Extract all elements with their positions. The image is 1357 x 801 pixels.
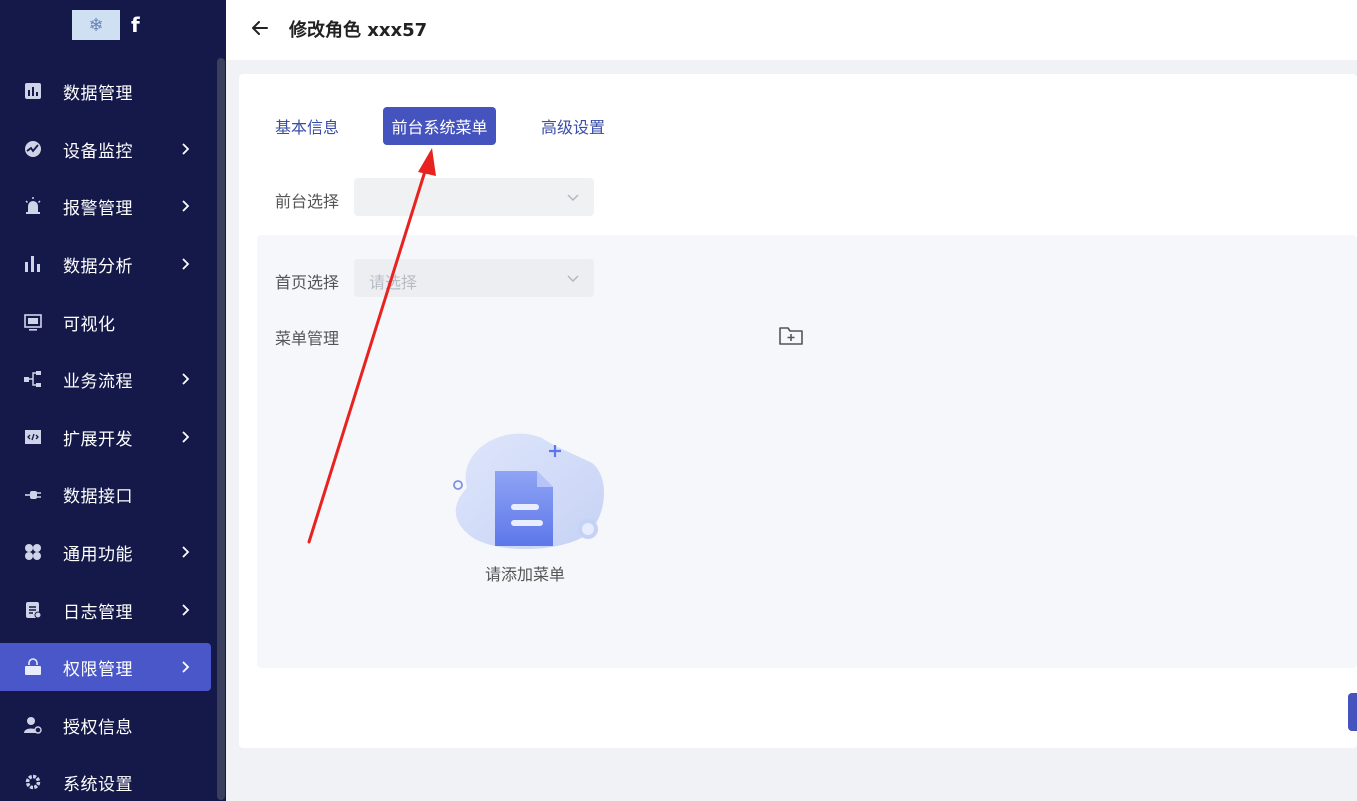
sidebar-item-label: 报警管理 (63, 198, 133, 219)
column-chart-icon (22, 253, 44, 275)
chevron-right-icon (178, 142, 192, 156)
sidebar-item-4[interactable]: 可视化 (0, 298, 211, 346)
sidebar-item-11[interactable]: 授权信息 (0, 701, 211, 749)
sidebar-item-label: 授权信息 (63, 717, 133, 738)
sidebar-item-label: 数据分析 (63, 256, 133, 277)
sidebar-item-10[interactable]: 权限管理 (0, 643, 211, 691)
sidebar: ❄ f 数据管理设备监控报警管理数据分析可视化业务流程扩展开发数据接口通用功能日… (0, 0, 226, 801)
homepage-select-label: 首页选择 (275, 273, 340, 292)
sidebar-item-label: 数据管理 (63, 83, 133, 104)
tab-advanced-settings[interactable]: 高级设置 (530, 107, 616, 145)
brand-letter: f (131, 13, 140, 37)
arrow-left-icon (252, 21, 268, 35)
sidebar-item-label: 可视化 (63, 314, 116, 335)
plug-icon (22, 483, 44, 505)
add-menu-folder-button[interactable] (777, 322, 805, 348)
tab-frontend-menu[interactable]: 前台系统菜单 (383, 107, 496, 145)
chevron-down-icon (567, 275, 579, 282)
empty-document-icon (453, 433, 604, 550)
menu-manage-label: 菜单管理 (275, 329, 340, 348)
sidebar-item-7[interactable]: 数据接口 (0, 470, 211, 518)
code-window-icon (22, 426, 44, 448)
monitor-gauge-icon (22, 138, 44, 160)
sidebar-item-label: 通用功能 (63, 544, 133, 565)
app-logo[interactable]: ❄ (72, 10, 120, 40)
alarm-light-icon (22, 195, 44, 217)
page-title: 修改角色 xxx57 (289, 20, 428, 41)
chevron-right-icon (178, 199, 192, 213)
permission-lock-icon (22, 656, 44, 678)
sidebar-item-label: 业务流程 (63, 371, 133, 392)
gear-icon (22, 771, 44, 793)
snowflake-logo-icon: ❄ (88, 14, 104, 36)
empty-state-text: 请添加菜单 (485, 565, 566, 584)
flow-tree-icon (22, 368, 44, 390)
menu-panel (257, 235, 1357, 668)
chevron-right-icon (178, 257, 192, 271)
sidebar-item-label: 设备监控 (63, 141, 133, 162)
sidebar-item-label: 扩展开发 (63, 429, 133, 450)
sidebar-item-0[interactable]: 数据管理 (0, 67, 211, 115)
frontend-select[interactable] (354, 178, 594, 216)
tab-basic-info[interactable]: 基本信息 (264, 107, 350, 145)
sidebar-item-6[interactable]: 扩展开发 (0, 413, 211, 461)
save-button[interactable] (1348, 693, 1357, 731)
homepage-select-placeholder: 请选择 (369, 273, 418, 292)
sidebar-item-2[interactable]: 报警管理 (0, 182, 211, 230)
chevron-right-icon (178, 603, 192, 617)
frontend-select-label: 前台选择 (275, 192, 340, 211)
chevron-right-icon (178, 545, 192, 559)
sidebar-item-8[interactable]: 通用功能 (0, 528, 211, 576)
sidebar-scrollbar[interactable] (217, 58, 225, 800)
sidebar-item-3[interactable]: 数据分析 (0, 240, 211, 288)
sidebar-item-9[interactable]: 日志管理 (0, 586, 211, 634)
sidebar-item-5[interactable]: 业务流程 (0, 355, 211, 403)
chevron-right-icon (178, 430, 192, 444)
homepage-select[interactable]: 请选择 (354, 259, 594, 297)
sidebar-item-label: 数据接口 (63, 486, 133, 507)
sidebar-item-label: 系统设置 (63, 774, 133, 795)
four-petal-icon (22, 541, 44, 563)
sidebar-item-label: 日志管理 (63, 602, 133, 623)
page-header: 修改角色 xxx57 (226, 0, 1357, 60)
folder-add-icon (779, 327, 803, 345)
sidebar-item-1[interactable]: 设备监控 (0, 125, 211, 173)
log-file-icon (22, 599, 44, 621)
user-badge-icon (22, 714, 44, 736)
bar-chart-icon (22, 80, 44, 102)
chevron-right-icon (178, 660, 192, 674)
screen-icon (22, 311, 44, 333)
chevron-right-icon (178, 372, 192, 386)
back-button[interactable] (246, 14, 274, 42)
chevron-down-icon (567, 194, 579, 201)
sidebar-item-label: 权限管理 (63, 659, 133, 680)
sidebar-item-12[interactable]: 系统设置 (0, 758, 211, 801)
